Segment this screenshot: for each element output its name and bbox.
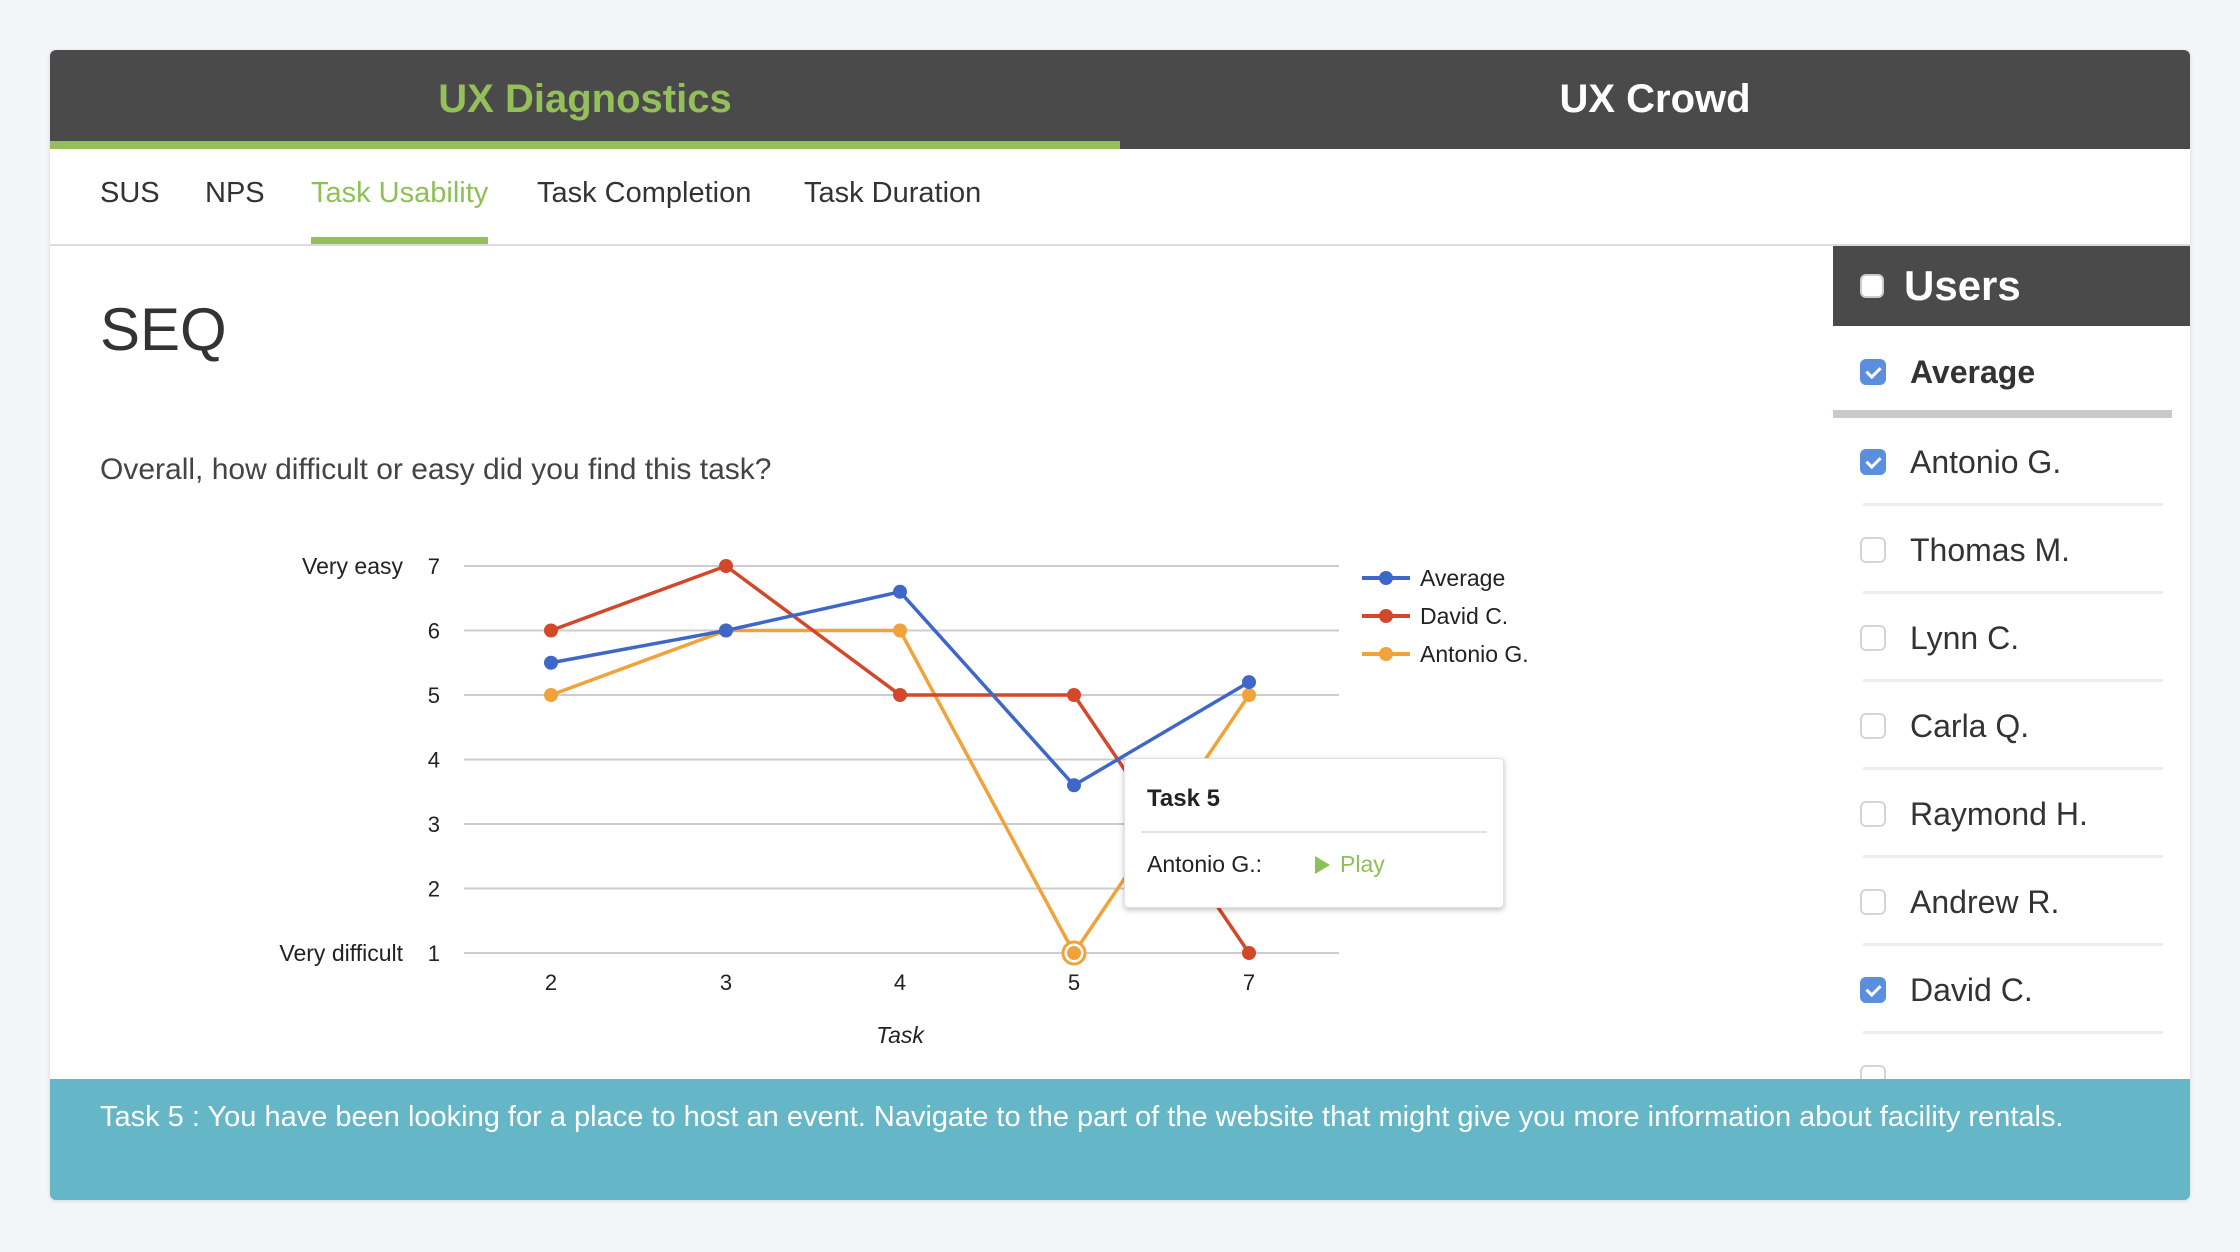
y-annotation: Very difficult <box>279 940 403 966</box>
data-point[interactable] <box>544 688 558 702</box>
user-item[interactable]: Raymond H. <box>1833 770 2190 858</box>
y-tick-label: 6 <box>428 619 440 644</box>
dashboard-card: UX Diagnostics UX Crowd SUS NPS Task Usa… <box>50 50 2190 1200</box>
data-point[interactable] <box>544 655 558 670</box>
users-header: Users <box>1833 246 2190 326</box>
data-point[interactable] <box>544 623 558 638</box>
data-point[interactable] <box>1242 688 1256 702</box>
select-all-checkbox[interactable] <box>1860 274 1884 298</box>
checkbox-checked[interactable] <box>1860 449 1886 475</box>
y-tick-label: 1 <box>428 941 440 966</box>
user-name: Raymond H. <box>1910 795 2088 832</box>
user-item[interactable]: Lynn C. <box>1833 594 2190 682</box>
y-tick-label: 5 <box>428 683 440 708</box>
checkbox-checked[interactable] <box>1860 977 1886 1003</box>
x-tick-label: 7 <box>1243 970 1255 995</box>
data-point[interactable] <box>893 584 907 599</box>
data-point[interactable] <box>1242 946 1256 960</box>
user-item[interactable]: Andrew R. <box>1833 858 2190 946</box>
legend-swatch-dot <box>1379 571 1393 585</box>
tooltip-divider <box>1141 831 1487 833</box>
play-icon <box>1315 855 1330 874</box>
user-name: David C. <box>1910 971 2033 1008</box>
user-item[interactable]: David C. <box>1833 946 2190 1034</box>
x-tick-label: 4 <box>894 970 906 995</box>
y-annotation: Very easy <box>302 553 403 579</box>
data-point[interactable] <box>719 623 733 638</box>
task-description: Task 5 : You have been looking for a pla… <box>50 1079 2190 1200</box>
user-item[interactable]: Carla Q. <box>1833 682 2190 770</box>
user-item[interactable]: Antonio G. <box>1833 418 2190 506</box>
play-button[interactable]: Play <box>1315 851 1385 878</box>
user-item[interactable]: Thomas M. <box>1833 506 2190 594</box>
data-point[interactable] <box>1067 778 1081 793</box>
data-point[interactable] <box>719 559 733 573</box>
data-point[interactable] <box>1242 675 1256 690</box>
users-list: Average Antonio G. Thomas M. Lynn C. Carla Q… <box>1833 326 2190 1122</box>
checkbox-unchecked[interactable] <box>1860 713 1886 739</box>
x-tick-label: 5 <box>1068 970 1080 995</box>
play-label: Play <box>1340 851 1385 877</box>
checkbox-unchecked[interactable] <box>1860 801 1886 827</box>
checkbox-unchecked[interactable] <box>1860 889 1886 915</box>
legend-swatch-dot <box>1379 609 1393 623</box>
tooltip-title: Task 5 <box>1147 785 1220 812</box>
user-name: Average <box>1910 353 2036 390</box>
data-point[interactable] <box>1067 688 1081 702</box>
y-tick-label: 2 <box>428 877 440 902</box>
user-name: Andrew R. <box>1910 883 2060 920</box>
checkbox-checked[interactable] <box>1860 359 1886 385</box>
data-point[interactable] <box>893 688 907 702</box>
legend-label: David C. <box>1420 603 1508 629</box>
x-tick-label: 2 <box>545 970 557 995</box>
seq-line-chart: 1 Very difficult 2 3 4 5 6 7 Very easy 2 3 4 5 7 Task A… <box>279 553 1529 1048</box>
user-name: Lynn C. <box>1910 619 2020 656</box>
chart-tooltip: Task 5 Antonio G.: Play <box>1124 758 1504 908</box>
checkbox-unchecked[interactable] <box>1860 537 1886 563</box>
x-axis-label: Task <box>876 1022 925 1048</box>
user-name: Thomas M. <box>1910 531 2071 568</box>
y-tick-label: 3 <box>428 812 440 837</box>
users-title: Users <box>1904 262 2021 309</box>
users-panel: Users Average Antonio G. Thomas M. Lynn C. C… <box>1833 246 2190 1129</box>
legend-label: Antonio G. <box>1420 641 1529 667</box>
legend-label: Average <box>1420 565 1505 591</box>
x-tick-label: 3 <box>720 970 732 995</box>
y-tick-label: 4 <box>428 748 440 773</box>
data-point[interactable] <box>893 623 907 638</box>
user-name: Carla Q. <box>1910 707 2030 744</box>
user-name: Antonio G. <box>1910 443 2062 480</box>
tooltip-user-label: Antonio G.: <box>1147 851 1263 877</box>
user-item[interactable]: Average <box>1833 326 2190 418</box>
y-tick-label: 7 <box>428 554 440 579</box>
legend-swatch-dot <box>1379 647 1393 661</box>
checkbox-unchecked[interactable] <box>1860 625 1886 651</box>
highlighted-data-point[interactable] <box>1067 946 1081 960</box>
